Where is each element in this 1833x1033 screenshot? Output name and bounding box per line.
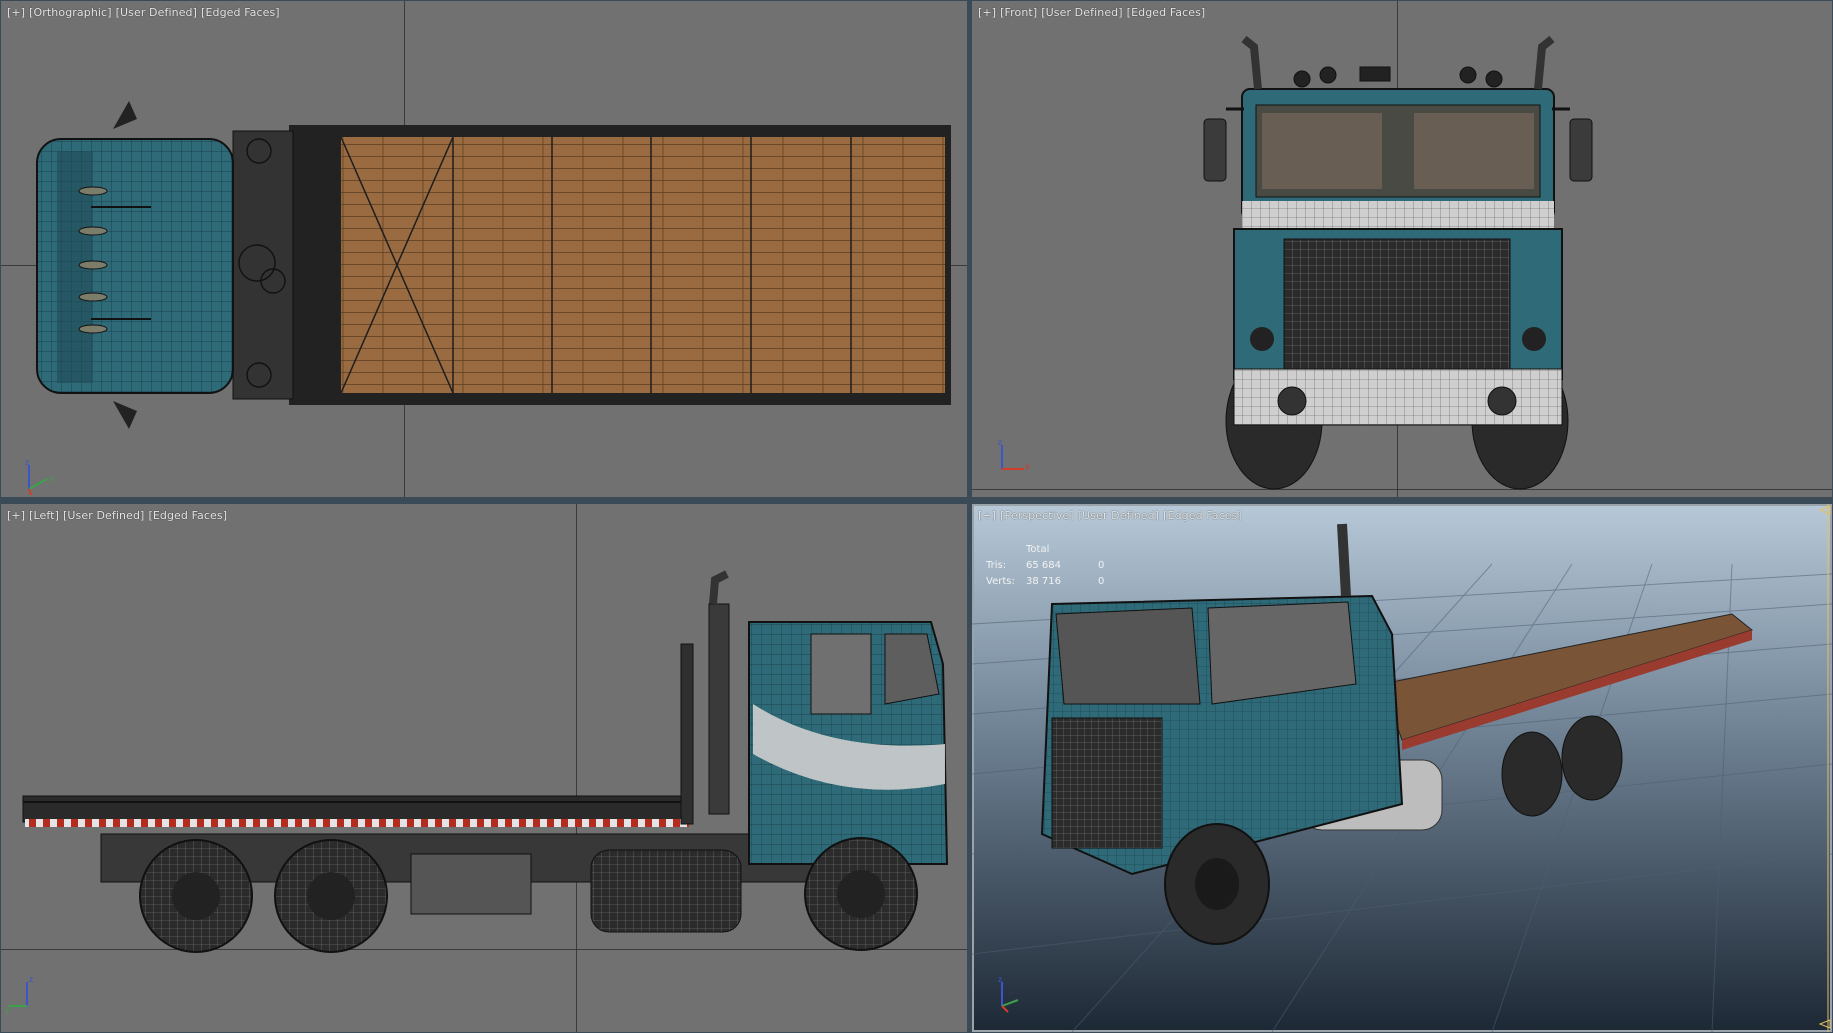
viewport-edges-label[interactable]: [Edged Faces] [1163,509,1242,522]
viewport-view-label[interactable]: [Orthographic] [29,6,111,19]
stats-label: Tris: [986,560,1007,571]
rear-wheel-2 [274,839,388,953]
axis-gizmo-icon: z y [5,975,33,1014]
viewport-label-front[interactable]: [+] [Front] [User Defined] [Edged Faces] [978,6,1209,19]
viewport-perspective[interactable]: [+] [Perspective] [User Defined] [Edged Fac… [972,504,1832,1032]
axis-gizmo-icon: z x [998,438,1030,471]
stats-label: Verts: [986,576,1015,587]
viewport-view-label[interactable]: [Perspective] [1000,509,1074,522]
stats-total: 38 716 [1026,576,1061,587]
flatbed-deck [341,137,945,393]
viewport-ruler-icon [1818,504,1831,1032]
axis-y-label: y [5,1005,10,1014]
viewport-edges-label[interactable]: [Edged Faces] [148,509,227,522]
axis-z-label: z [998,438,1002,447]
viewport-edges-label[interactable]: [Edged Faces] [1127,6,1206,19]
front-wheel [804,837,918,951]
axis-z-label: z [25,458,29,467]
truck-side-view [22,570,949,953]
viewport-top-orthographic[interactable]: [+] [Orthographic] [User Defined] [Edged Fa… [1,1,967,497]
axis-x-label: x [1025,462,1030,471]
axis-gizmo-icon: z [998,975,1019,1013]
viewport-label-perspective[interactable]: [+] [Perspective] [User Defined] [Edged Fac… [978,509,1246,522]
truck-top-view [36,101,951,429]
axis-gizmo-icon: z y [25,458,54,496]
viewport-label-top[interactable]: [+] [Orthographic] [User Defined] [Edged Fa… [7,6,284,19]
axis-z-label: z [29,975,33,984]
scene-statistics: Total Tris: 65 684 0 Verts: 38 716 0 [986,542,1104,590]
viewport-label-left[interactable]: [+] [Left] [User Defined] [Edged Faces] [7,509,231,522]
viewport-menu-plus[interactable]: [+] [7,509,25,522]
axis-y-label: y [49,474,54,483]
viewport-shading-label[interactable]: [User Defined] [1078,509,1159,522]
viewport-shading-label[interactable]: [User Defined] [63,509,144,522]
axis-z-label: z [998,975,1002,984]
viewport-view-label[interactable]: [Front] [1000,6,1037,19]
viewport-left[interactable]: [+] [Left] [User Defined] [Edged Faces] z y [1,504,967,1032]
stats-header: Total [1026,544,1050,555]
viewport-shading-label[interactable]: [User Defined] [116,6,197,19]
reflector-strip [25,819,689,827]
rear-wheel-1 [139,839,253,953]
viewport-menu-plus[interactable]: [+] [978,509,996,522]
viewport-shading-label[interactable]: [User Defined] [1041,6,1122,19]
viewport-view-label[interactable]: [Left] [29,509,59,522]
stats-row-tris: Tris: 65 684 0 [986,558,1104,574]
viewport-front[interactable]: [+] [Front] [User Defined] [Edged Faces] z … [972,1,1832,497]
stats-selected: 0 [1098,576,1105,587]
stats-total: 65 684 [1026,560,1061,571]
viewport-menu-plus[interactable]: [+] [7,6,25,19]
stats-selected: 0 [1098,560,1105,571]
truck-front-view [1203,35,1593,490]
viewport-edges-label[interactable]: [Edged Faces] [201,6,280,19]
stats-row-verts: Verts: 38 716 0 [986,574,1104,590]
viewport-menu-plus[interactable]: [+] [978,6,996,19]
